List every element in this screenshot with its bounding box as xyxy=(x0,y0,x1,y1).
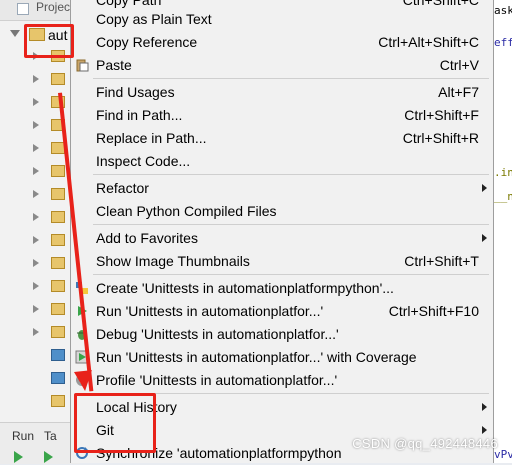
menu-item-debug[interactable]: Debug 'Unittests in automationplatfor...… xyxy=(71,323,493,346)
folder-icon xyxy=(51,211,65,223)
tab-partial[interactable]: Ta xyxy=(44,429,57,443)
collapsed-arrow-icon[interactable] xyxy=(33,98,39,106)
menu-item-clean-compiled[interactable]: Clean Python Compiled Files xyxy=(71,200,493,223)
menu-item-label: Copy as Plain Text xyxy=(96,11,212,27)
project-panel: Projec aut Run Ta xyxy=(0,0,81,464)
menu-item-label: Clean Python Compiled Files xyxy=(96,203,277,219)
run-icon[interactable] xyxy=(14,451,23,463)
menu-item-shortcut: Ctrl+Alt+Shift+C xyxy=(378,34,479,50)
submenu-arrow-icon xyxy=(482,234,487,242)
folder-icon xyxy=(51,165,65,177)
menu-item-profile[interactable]: Profile 'Unittests in automationplatfor.… xyxy=(71,369,493,392)
menu-item-label: Add to Favorites xyxy=(96,230,198,246)
menu-item-label: Run 'Unittests in automationplatfor...' xyxy=(96,303,324,319)
menu-item-label: Replace in Path... xyxy=(96,130,207,146)
editor-text-fragment: eff. xyxy=(494,36,512,49)
collapsed-arrow-icon[interactable] xyxy=(33,190,39,198)
collapsed-arrow-icon[interactable] xyxy=(33,121,39,129)
collapsed-arrow-icon[interactable] xyxy=(33,328,39,336)
collapsed-arrow-icon[interactable] xyxy=(33,259,39,267)
menu-separator xyxy=(93,224,489,225)
project-icon xyxy=(17,3,29,15)
collapsed-arrow-icon[interactable] xyxy=(33,305,39,313)
menu-item-replace-in-path[interactable]: Replace in Path... Ctrl+Shift+R xyxy=(71,127,493,150)
menu-item-add-to-favorites[interactable]: Add to Favorites xyxy=(71,227,493,250)
folder-icon xyxy=(51,73,65,85)
menu-item-label: Find Usages xyxy=(96,84,175,100)
project-panel-header[interactable]: Projec xyxy=(0,0,80,21)
menu-item-label: Paste xyxy=(96,57,132,73)
folder-icon xyxy=(51,257,65,269)
editor-area[interactable]: askU eff. .in __n vPvt xyxy=(492,0,512,463)
root-folder-highlight-box xyxy=(24,24,74,58)
run-icon[interactable] xyxy=(44,451,53,463)
folder-icon xyxy=(51,303,65,315)
watermark: CSDN @qq_492448446 xyxy=(352,436,498,451)
menu-item-shortcut: Alt+F7 xyxy=(438,84,479,100)
menu-item-label: Profile 'Unittests in automationplatfor.… xyxy=(96,372,338,388)
python-file-icon xyxy=(51,349,65,361)
menu-separator xyxy=(93,274,489,275)
expand-arrow-icon[interactable] xyxy=(10,30,20,37)
editor-text-fragment: __n xyxy=(494,190,512,203)
menu-item-find-in-path[interactable]: Find in Path... Ctrl+Shift+F xyxy=(71,104,493,127)
menu-item-label: Inspect Code... xyxy=(96,153,191,169)
menu-item-shortcut: Ctrl+Shift+F xyxy=(404,107,479,123)
menu-item-find-usages[interactable]: Find Usages Alt+F7 xyxy=(71,81,493,104)
menu-item-label: Show Image Thumbnails xyxy=(96,253,250,269)
menu-item-shortcut: Ctrl+Shift+T xyxy=(404,253,479,269)
menu-item-label: Debug 'Unittests in automationplatfor...… xyxy=(96,326,339,342)
submenu-arrow-icon xyxy=(482,426,487,434)
collapsed-arrow-icon[interactable] xyxy=(33,75,39,83)
menu-item-show-thumbnails[interactable]: Show Image Thumbnails Ctrl+Shift+T xyxy=(71,250,493,273)
menu-item-create-config[interactable]: Create 'Unittests in automationplatformp… xyxy=(71,277,493,300)
submenu-arrow-icon xyxy=(482,403,487,411)
collapsed-arrow-icon[interactable] xyxy=(33,144,39,152)
collapsed-arrow-icon[interactable] xyxy=(33,167,39,175)
menu-item-shortcut: Ctrl+Shift+R xyxy=(402,130,479,146)
editor-text-fragment: askU xyxy=(494,4,512,17)
python-file-icon xyxy=(51,372,65,384)
menu-item-paste[interactable]: Paste Ctrl+V xyxy=(71,54,493,77)
bottom-tool-bar: Run Ta xyxy=(0,422,80,464)
menu-item-label: Refactor xyxy=(96,180,149,196)
menu-item-shortcut: Ctrl+Shift+F10 xyxy=(388,303,479,319)
menu-item-copy-reference[interactable]: Copy Reference Ctrl+Alt+Shift+C xyxy=(71,31,493,54)
file-icon xyxy=(51,395,65,407)
project-panel-title: Projec xyxy=(36,0,71,14)
folder-icon xyxy=(51,326,65,338)
submenu-arrow-icon xyxy=(482,184,487,192)
menu-separator xyxy=(93,174,489,175)
editor-text-fragment: .in xyxy=(494,166,512,179)
menu-item-run[interactable]: Run 'Unittests in automationplatfor...' … xyxy=(71,300,493,323)
collapsed-arrow-icon[interactable] xyxy=(33,282,39,290)
folder-icon xyxy=(51,234,65,246)
menu-item-copy-plain-text[interactable]: Copy as Plain Text xyxy=(71,8,493,31)
menu-item-refactor[interactable]: Refactor xyxy=(71,177,493,200)
menu-item-label: Copy Reference xyxy=(96,34,198,50)
annotation-arrow-head xyxy=(74,370,94,392)
menu-item-shortcut: Ctrl+V xyxy=(439,57,479,73)
folder-icon xyxy=(51,280,65,292)
menu-item-label: Create 'Unittests in automationplatformp… xyxy=(96,280,394,296)
menu-item-label: Run 'Unittests in automationplatfor...' … xyxy=(96,349,417,365)
menu-separator xyxy=(93,78,489,79)
git-highlight-box xyxy=(74,393,156,453)
run-tab[interactable]: Run xyxy=(12,429,34,443)
collapsed-arrow-icon[interactable] xyxy=(33,213,39,221)
collapsed-arrow-icon[interactable] xyxy=(33,236,39,244)
menu-item-label: Find in Path... xyxy=(96,107,183,123)
folder-icon xyxy=(51,188,65,200)
paste-icon xyxy=(75,58,89,72)
menu-item-run-coverage[interactable]: Run 'Unittests in automationplatfor...' … xyxy=(71,346,493,369)
menu-item-inspect-code[interactable]: Inspect Code... xyxy=(71,150,493,173)
